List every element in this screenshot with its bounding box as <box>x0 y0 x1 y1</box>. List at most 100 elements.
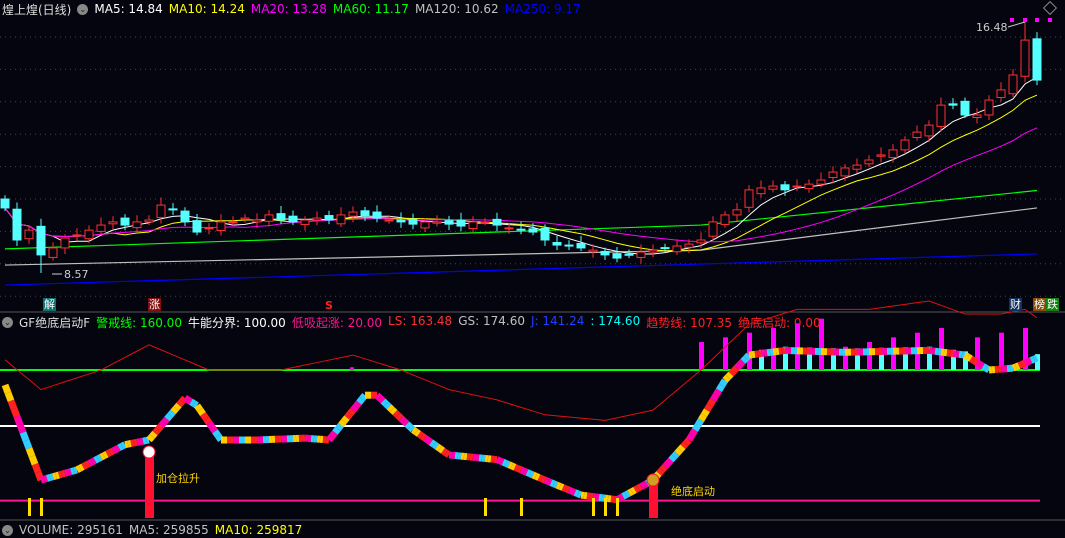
band-segment <box>707 405 710 410</box>
yellow-bar <box>592 498 595 516</box>
band-segment <box>1031 359 1034 360</box>
candle-body <box>529 229 537 232</box>
band-segment <box>56 475 59 476</box>
band-segment <box>398 415 401 418</box>
band-segment <box>968 357 971 359</box>
band-segment <box>629 492 632 494</box>
yellow-bar <box>604 498 607 516</box>
band-segment <box>512 466 515 467</box>
band-segment <box>212 427 215 431</box>
band-segment <box>410 427 413 430</box>
band-segment <box>29 448 32 456</box>
band-segment <box>50 477 53 478</box>
candle-body <box>253 220 261 222</box>
band-segment <box>974 361 977 363</box>
band-segment <box>1019 364 1022 365</box>
marker-zhang[interactable]: 涨 <box>148 298 161 311</box>
band-segment <box>149 436 152 439</box>
band-segment <box>377 395 380 398</box>
band-segment <box>554 484 557 485</box>
candle-body <box>925 125 933 136</box>
band-segment <box>548 481 551 482</box>
yellow-bar <box>40 498 43 516</box>
band-segment <box>986 368 989 370</box>
magenta-bar <box>819 319 824 370</box>
band-segment <box>725 377 728 380</box>
kline-chart[interactable] <box>0 0 1065 531</box>
candle-body <box>133 222 141 228</box>
signal-label-juedi: 绝底启动 <box>670 485 716 498</box>
band-segment <box>545 480 548 481</box>
candle-body <box>445 221 453 224</box>
band-segment <box>698 420 701 425</box>
candle-body <box>181 211 189 222</box>
band-segment <box>140 441 143 442</box>
high-price-label: 16.48 <box>975 21 1009 34</box>
signal-bar <box>145 452 154 518</box>
band-segment <box>41 479 44 480</box>
candle-body <box>25 230 33 239</box>
candle-body <box>121 218 129 225</box>
band-segment <box>446 453 449 455</box>
candle-body <box>829 172 837 177</box>
band-segment <box>668 460 671 463</box>
band-segment <box>623 495 626 497</box>
candle-body <box>949 104 957 105</box>
band-segment <box>332 433 335 437</box>
band-segment <box>110 451 113 453</box>
candle-body <box>229 222 237 223</box>
candle-body <box>289 216 297 222</box>
marker-jie[interactable]: 解 <box>43 298 56 311</box>
band-segment <box>35 464 38 472</box>
band-segment <box>620 496 623 498</box>
band-segment <box>575 493 578 494</box>
band-segment <box>344 418 347 422</box>
band-segment <box>440 449 443 451</box>
band-segment <box>338 425 341 429</box>
candle-body <box>373 212 381 218</box>
band-segment <box>194 404 197 406</box>
band-segment <box>95 459 98 461</box>
candle-body <box>937 105 945 126</box>
band-segment <box>674 453 677 456</box>
candle-body <box>649 250 657 252</box>
band-segment <box>644 483 647 485</box>
band-segment <box>389 407 392 410</box>
band-segment <box>539 478 542 479</box>
candle-body <box>265 215 273 221</box>
band-segment <box>113 449 116 451</box>
candle-body <box>241 218 249 219</box>
marker-bang[interactable]: 榜 <box>1033 298 1046 311</box>
candle-body <box>781 185 789 190</box>
band-segment <box>68 472 71 473</box>
marker-s[interactable]: S <box>324 299 334 312</box>
marker-die[interactable]: 跌 <box>1046 298 1059 311</box>
band-segment <box>677 450 680 453</box>
band-segment <box>542 479 545 480</box>
candle-body <box>421 222 429 228</box>
marker-cai[interactable]: 财 <box>1009 298 1022 311</box>
band-segment <box>1034 358 1037 359</box>
candle-body <box>601 251 609 254</box>
high-dot-marker <box>1023 18 1027 22</box>
candle-body <box>889 150 897 158</box>
band-segment <box>89 462 92 464</box>
band-segment <box>131 443 134 444</box>
band-segment <box>965 355 968 357</box>
band-segment <box>164 419 167 422</box>
band-segment <box>47 478 50 479</box>
band-segment <box>695 425 698 430</box>
band-segment <box>506 463 509 464</box>
band-segment <box>746 355 749 358</box>
band-segment <box>527 472 530 473</box>
band-segment <box>215 431 218 435</box>
candle-body <box>901 140 909 150</box>
yellow-bar <box>28 498 31 516</box>
candle-body <box>193 221 201 232</box>
candle-body <box>673 246 681 252</box>
high-dot-marker <box>1010 18 1014 22</box>
band-segment <box>497 460 500 461</box>
candle-body <box>277 214 285 220</box>
candle-body <box>325 216 333 220</box>
band-segment <box>509 465 512 466</box>
